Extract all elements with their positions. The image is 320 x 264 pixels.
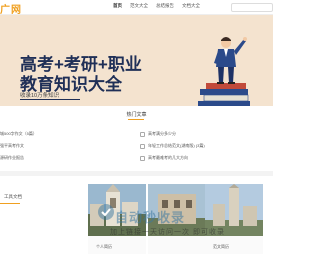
main-nav: 首页 范文大全 总结报告 文档大全	[113, 3, 200, 9]
nav-docs[interactable]: 文档大全	[182, 3, 200, 9]
hot-article-right-3[interactable]: 高考最难考的几大方向	[140, 155, 188, 161]
tools-docs-underline	[0, 203, 20, 204]
site-logo[interactable]: 广网	[0, 1, 22, 16]
watermark-logo-icon	[98, 204, 114, 220]
banner-subtitle-bar	[20, 99, 80, 100]
top-header: 广网 首页 范文大全 总结报告 文档大全	[0, 0, 273, 16]
hot-article-left-2-label: 强平高考作文	[0, 143, 24, 148]
hot-article-left-3-label: 源研作业报告	[0, 155, 24, 160]
tools-docs-link[interactable]: 工具文档	[4, 194, 22, 200]
watermark-title: 自动秒收录	[115, 210, 186, 225]
watermark-subtitle: 加上链接一天访问一次 即可收录	[110, 229, 225, 236]
banner-title: 高考+考研+职业 教育知识大全	[20, 55, 142, 95]
list-bullet-icon	[140, 143, 145, 149]
nav-reports[interactable]: 总结报告	[156, 3, 174, 9]
list-bullet-icon	[140, 131, 145, 137]
nav-essays[interactable]: 范文大全	[130, 3, 148, 9]
search-input[interactable]	[231, 3, 273, 12]
hot-article-right-2[interactable]: 年轻工作总结范文(湖南版) (3篇)	[140, 143, 205, 149]
hot-article-right-1[interactable]: 高考满分多少分	[140, 131, 176, 137]
hot-title-underline	[128, 119, 144, 120]
businessman-on-books-illustration	[198, 37, 250, 106]
banner-subtitle: 收录10万条知识	[20, 93, 60, 99]
list-bullet-icon	[140, 155, 145, 161]
hot-article-right-1-label: 高考满分多少分	[148, 131, 176, 136]
hero-banner: 高考+考研+职业 教育知识大全 收录10万条知识	[0, 15, 273, 106]
banner-title-line1: 高考+考研+职业	[20, 55, 142, 74]
nav-home[interactable]: 首页	[113, 3, 122, 9]
card-1-label: 个人简历	[96, 244, 112, 249]
hot-article-left-1[interactable]: 城500字作文（5篇）	[0, 131, 37, 137]
hot-article-right-3-label: 高考最难考的几大方向	[148, 155, 188, 160]
section-divider	[0, 171, 273, 176]
hot-article-left-1-label: 城500字作文（5篇）	[0, 131, 37, 136]
hot-article-right-2-label: 年轻工作总结范文(湖南版) (3篇)	[148, 143, 205, 148]
hot-article-left-3[interactable]: 源研作业报告	[0, 155, 24, 161]
hot-articles-title: 热门文章	[126, 112, 147, 118]
hot-article-left-2[interactable]: 强平高考作文	[0, 143, 24, 149]
card-3-label: 范文简历	[213, 244, 229, 249]
content-card-3[interactable]: 范文简历	[205, 184, 263, 254]
